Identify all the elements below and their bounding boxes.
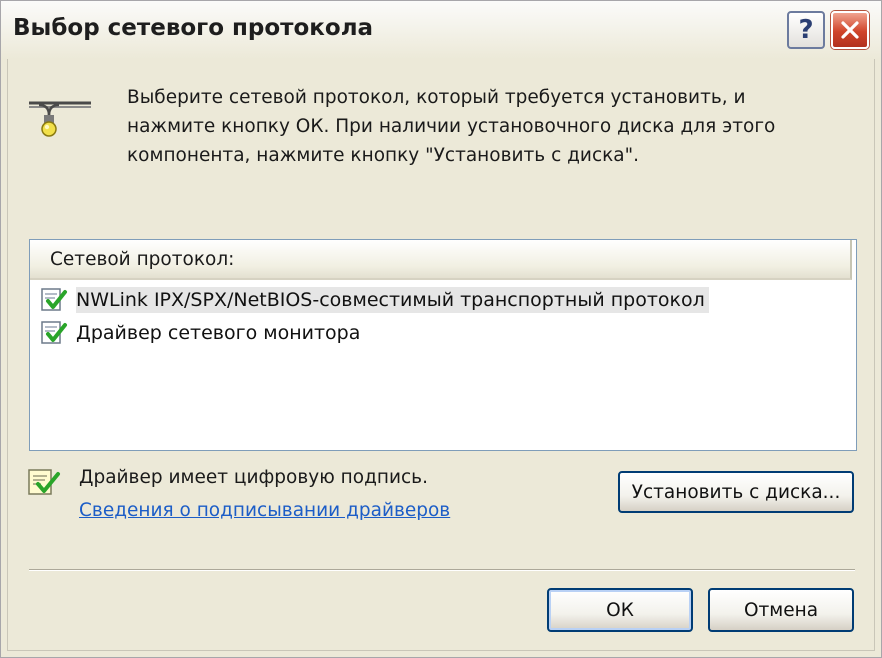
list-item-network-monitor-driver[interactable]: Драйвер сетевого монитора (40, 317, 364, 349)
list-item-label: Драйвер сетевого монитора (76, 322, 361, 344)
signed-document-icon (28, 469, 60, 495)
list-item-label: NWLink IPX/SPX/NetBIOS-совместимый транс… (76, 287, 709, 313)
instructions-text: Выберите сетевой протокол, который требу… (127, 87, 776, 166)
question-mark-icon: ? (798, 15, 814, 45)
separator-line (29, 569, 855, 571)
cancel-button[interactable]: Отмена (708, 588, 854, 632)
signed-check-icon (41, 288, 67, 311)
list-column-header[interactable]: Сетевой протокол: (30, 240, 852, 280)
driver-signing-info-link[interactable]: Сведения о подписывании драйверов (79, 500, 450, 521)
close-button[interactable] (831, 11, 869, 49)
network-protocol-icon (29, 101, 91, 137)
protocol-list[interactable]: Сетевой протокол: NWLink IPX/SPX/NetBIOS… (29, 239, 857, 451)
ok-button[interactable]: ОК (547, 588, 693, 632)
help-button[interactable]: ? (787, 11, 825, 49)
list-header-label: Сетевой протокол: (50, 249, 235, 270)
title-bar[interactable]: Выбор сетевого протокола ? (1, 1, 881, 59)
list-item-nwlink[interactable]: NWLink IPX/SPX/NetBIOS-совместимый транс… (40, 284, 709, 316)
signature-status-text: Драйвер имеет цифровую подпись. (79, 467, 428, 488)
dialog-title: Выбор сетевого протокола (13, 15, 374, 41)
install-from-disk-button[interactable]: Установить с диска... (618, 471, 854, 513)
select-network-protocol-dialog: Выбор сетевого протокола ? Выберите сете… (0, 0, 882, 658)
close-icon (841, 21, 859, 39)
signed-check-icon (41, 321, 67, 344)
